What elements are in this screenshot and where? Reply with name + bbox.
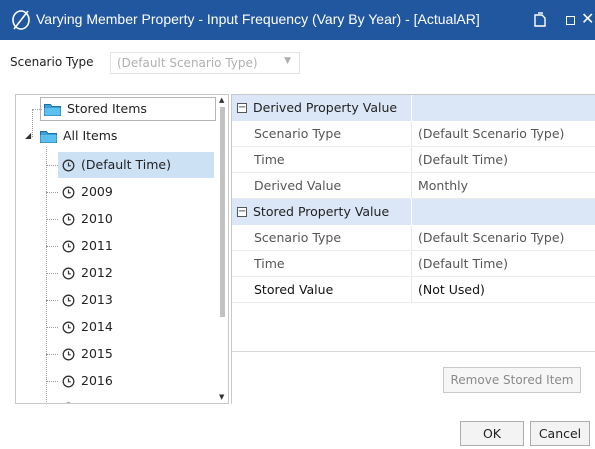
tree-connector bbox=[46, 300, 58, 301]
collapse-icon[interactable]: − bbox=[237, 103, 247, 113]
clock-icon bbox=[62, 294, 75, 307]
property-row[interactable]: Scenario Type (Default Scenario Type) bbox=[232, 121, 595, 147]
tree-connector bbox=[46, 165, 58, 166]
tree-node-year[interactable]: 2016 bbox=[62, 368, 113, 394]
tree-node-year[interactable]: 2009 bbox=[62, 179, 113, 205]
tree-node-label: (Default Time) bbox=[81, 157, 171, 172]
app-logo-icon bbox=[12, 10, 30, 30]
folder-icon bbox=[44, 104, 61, 116]
property-row[interactable]: Time (Default Time) bbox=[232, 251, 595, 277]
clock-icon bbox=[62, 267, 75, 280]
clock-icon bbox=[62, 348, 75, 361]
property-value: Monthly bbox=[411, 173, 595, 199]
property-row[interactable]: Scenario Type (Default Scenario Type) bbox=[232, 225, 595, 251]
property-name: Time bbox=[232, 251, 410, 277]
tree-connector bbox=[46, 246, 58, 247]
clock-icon bbox=[62, 186, 75, 199]
remove-stored-item-button[interactable]: Remove Stored Item bbox=[443, 367, 581, 393]
tree-node-label: Stored Items bbox=[67, 101, 147, 116]
tree-connector bbox=[46, 381, 58, 382]
scenario-type-label: Scenario Type bbox=[10, 55, 94, 69]
clock-icon bbox=[62, 159, 75, 172]
section-header-fill bbox=[411, 199, 595, 225]
tree-node-default-time[interactable]: (Default Time) bbox=[58, 152, 214, 178]
tree-node-label: 2015 bbox=[81, 346, 113, 361]
tree-connector bbox=[46, 219, 58, 220]
scrollbar-thumb[interactable] bbox=[220, 107, 225, 317]
stored-section-header[interactable]: − Stored Property Value bbox=[232, 199, 595, 225]
collapse-icon[interactable]: ◢ bbox=[25, 131, 31, 140]
tree-node-label: 2014 bbox=[81, 319, 113, 334]
chevron-down-icon: ▼ bbox=[284, 56, 291, 66]
property-name: Derived Value bbox=[232, 173, 410, 199]
tree-connector bbox=[32, 109, 33, 137]
property-value: (Default Time) bbox=[411, 147, 595, 173]
derived-section-header[interactable]: − Derived Property Value bbox=[232, 95, 595, 121]
tree-scrollbar[interactable]: ▲ ▼ bbox=[217, 95, 228, 403]
tree-node-label: 2013 bbox=[81, 292, 113, 307]
tree-node-year[interactable]: 2014 bbox=[62, 314, 113, 340]
property-row[interactable]: Time (Default Time) bbox=[232, 147, 595, 173]
property-name: Scenario Type bbox=[232, 121, 410, 147]
tree-connector bbox=[46, 147, 47, 402]
tree-node-label: 2011 bbox=[81, 238, 113, 253]
tree-connector bbox=[46, 192, 58, 193]
tree-node-label: 2016 bbox=[81, 373, 113, 388]
scenario-type-select[interactable]: (Default Scenario Type) ▼ bbox=[110, 52, 300, 74]
stored-value-field[interactable]: (Not Used) bbox=[411, 277, 595, 303]
tree-node-stored-items[interactable]: Stored Items bbox=[40, 97, 216, 121]
close-icon[interactable]: ✕ bbox=[581, 8, 594, 30]
window-title: Varying Member Property - Input Frequenc… bbox=[36, 11, 480, 27]
clock-icon bbox=[62, 321, 75, 334]
tree-connector bbox=[46, 273, 58, 274]
stored-section-title: Stored Property Value bbox=[253, 204, 390, 219]
clock-icon bbox=[62, 213, 75, 226]
clock-icon bbox=[62, 375, 75, 388]
tree-node-label: 2012 bbox=[81, 265, 113, 280]
property-row[interactable]: Derived Value Monthly bbox=[232, 173, 595, 199]
tree-node-all-items[interactable]: All Items bbox=[40, 123, 117, 149]
property-name: Time bbox=[232, 147, 410, 173]
tree-node-year[interactable]: 2010 bbox=[62, 206, 113, 232]
tree-node-partial bbox=[62, 395, 81, 403]
title-bar: Varying Member Property - Input Frequenc… bbox=[0, 0, 595, 40]
property-value: (Default Scenario Type) bbox=[411, 225, 595, 251]
section-header-fill bbox=[411, 95, 595, 121]
property-value: (Default Time) bbox=[411, 251, 595, 277]
collapse-icon[interactable]: − bbox=[237, 207, 247, 217]
tree-node-year[interactable]: 2012 bbox=[62, 260, 113, 286]
property-name: Stored Value bbox=[232, 277, 410, 303]
tree-node-label: All Items bbox=[63, 128, 118, 143]
section-header-cell: − Stored Property Value bbox=[232, 199, 410, 225]
clock-icon bbox=[66, 402, 71, 403]
cancel-button[interactable]: Cancel bbox=[530, 421, 590, 446]
tree-node-label: 2010 bbox=[81, 211, 113, 226]
maximize-icon[interactable] bbox=[566, 16, 575, 25]
derived-section-title: Derived Property Value bbox=[253, 100, 398, 115]
document-icon[interactable] bbox=[534, 12, 546, 27]
scroll-down-icon[interactable]: ▼ bbox=[219, 393, 224, 401]
tree-connector bbox=[46, 354, 58, 355]
section-header-cell: − Derived Property Value bbox=[232, 95, 410, 121]
tree-node-year[interactable]: 2015 bbox=[62, 341, 113, 367]
time-tree[interactable]: Stored Items ◢ All Items (Default Time) … bbox=[15, 94, 229, 404]
divider bbox=[232, 351, 595, 352]
tree-node-year[interactable]: 2013 bbox=[62, 287, 113, 313]
ok-button[interactable]: OK bbox=[460, 421, 524, 446]
tree-node-year[interactable]: 2011 bbox=[62, 233, 113, 259]
tree-node-label: 2009 bbox=[81, 184, 113, 199]
tree-connector bbox=[46, 327, 58, 328]
scenario-type-value: (Default Scenario Type) bbox=[117, 56, 258, 70]
property-row[interactable]: Stored Value (Not Used) bbox=[232, 277, 595, 303]
folder-icon bbox=[40, 131, 57, 143]
clock-icon bbox=[62, 240, 75, 253]
property-name: Scenario Type bbox=[232, 225, 410, 251]
scroll-up-icon[interactable]: ▲ bbox=[219, 96, 224, 104]
property-grid: − Derived Property Value Scenario Type (… bbox=[231, 94, 595, 404]
property-value: (Default Scenario Type) bbox=[411, 121, 595, 147]
